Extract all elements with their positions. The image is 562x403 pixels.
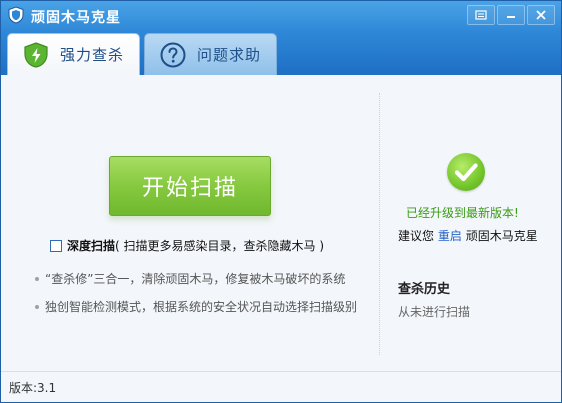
feature-text: 独创智能检测模式，根据系统的安全状况自动选择扫描级别 — [45, 300, 358, 314]
close-icon[interactable] — [527, 5, 555, 25]
history-status: 从未进行扫描 — [398, 305, 471, 319]
footer-divider — [1, 371, 561, 372]
suggest-prefix: 建议您 — [398, 229, 435, 243]
deep-scan-label: 深度扫描 — [67, 239, 116, 253]
tab-scan[interactable]: 强力查杀 — [7, 33, 140, 75]
tab-help[interactable]: 问题求助 — [144, 33, 277, 75]
success-check-icon — [447, 153, 485, 191]
title-bar[interactable]: 顽固木马克星 强力查杀 问题求助 — [1, 1, 561, 75]
shield-lightning-icon — [24, 41, 48, 68]
tab-help-label: 问题求助 — [197, 46, 262, 64]
feature-text: “查杀修”三合一，清除顽固木马，修复被木马破坏的系统 — [45, 272, 346, 286]
deep-scan-checkbox[interactable] — [50, 239, 62, 252]
suggest-suffix: 顽固木马克星 — [465, 229, 538, 243]
question-icon — [160, 42, 186, 67]
restart-link[interactable]: 重启 — [438, 229, 462, 243]
start-scan-button[interactable]: 开始扫描 — [109, 156, 271, 216]
upgrade-status: 已经升级到最新版本! — [406, 206, 519, 220]
minimize-icon[interactable] — [497, 5, 525, 25]
deep-scan-option[interactable]: 深度扫描 ( 扫描更多易感染目录，查杀隐藏木马 ) — [50, 237, 324, 254]
window-controls — [467, 5, 555, 25]
restart-suggestion: 建议您 重启 顽固木马克星 — [398, 227, 538, 244]
list-item: “查杀修”三合一，清除顽固木马，修复被木马破坏的系统 — [35, 265, 357, 293]
list-item: 独创智能检测模式，根据系统的安全状况自动选择扫描级别 — [35, 293, 357, 321]
app-window: 顽固木马克星 强力查杀 问题求助 开始扫描 深度扫描 (扫描更多易感染目录，查… — [0, 0, 562, 403]
bullet-icon — [35, 305, 39, 309]
bullet-icon — [35, 277, 39, 281]
feature-list: “查杀修”三合一，清除顽固木马，修复被木马破坏的系统 独创智能检测模式，根据系统… — [35, 265, 357, 321]
menu-icon[interactable] — [467, 5, 495, 25]
tab-scan-label: 强力查杀 — [60, 46, 125, 64]
app-shield-icon — [8, 6, 24, 24]
panel-divider — [379, 93, 380, 355]
history-title: 查杀历史 — [398, 282, 451, 297]
window-title: 顽固木马克星 — [31, 10, 121, 26]
deep-scan-description: ( 扫描更多易感染目录，查杀隐藏木马 ) — [115, 239, 325, 253]
version-label: 版本:3.1 — [9, 381, 57, 395]
